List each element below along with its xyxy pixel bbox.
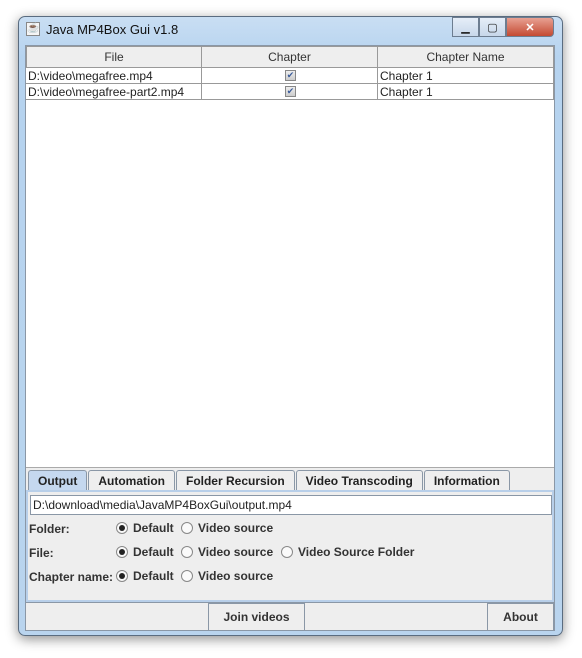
join-videos-button[interactable]: Join videos — [208, 603, 305, 631]
chapter-name-default-radio[interactable]: Default — [116, 569, 174, 583]
output-path-input[interactable]: D:\download\media\JavaMP4BoxGui\output.m… — [30, 495, 552, 515]
tab-output[interactable]: Output — [28, 470, 88, 491]
table-row[interactable]: D:\video\megafree-part2.mp4 ✔ Chapter 1 — [26, 84, 554, 100]
maximize-button[interactable]: ▢ — [479, 17, 506, 37]
option-label: Default — [133, 545, 174, 559]
radio-icon — [181, 546, 193, 558]
option-label: Default — [133, 521, 174, 535]
file-table[interactable]: File Chapter Chapter Name D:\video\megaf… — [26, 46, 554, 468]
chapter-checkbox[interactable]: ✔ — [285, 70, 296, 81]
folder-default-radio[interactable]: Default — [116, 521, 174, 535]
folder-video-source-radio[interactable]: Video source — [181, 521, 273, 535]
chapter-name-label: Chapter name: — [29, 570, 114, 584]
radio-selected-icon — [116, 546, 128, 558]
file-cell[interactable]: D:\video\megafree.mp4 — [26, 68, 202, 84]
window-title: Java MP4Box Gui v1.8 — [46, 22, 179, 37]
file-video-source-radio[interactable]: Video source — [181, 545, 273, 559]
chapter-name-video-source-radio[interactable]: Video source — [181, 569, 273, 583]
about-button[interactable]: About — [487, 603, 554, 631]
file-label: File: — [29, 546, 54, 560]
tab-information[interactable]: Information — [423, 470, 510, 491]
folder-label: Folder: — [29, 522, 70, 536]
tab-bar: Output Automation Folder Recursion Video… — [28, 470, 511, 491]
client-area: File Chapter Chapter Name D:\video\megaf… — [25, 45, 555, 631]
radio-selected-icon — [116, 522, 128, 534]
column-header-chapter-name[interactable]: Chapter Name — [377, 46, 554, 68]
option-label: Video source — [198, 521, 274, 535]
output-panel: D:\download\media\JavaMP4BoxGui\output.m… — [26, 490, 554, 602]
table-row[interactable]: D:\video\megafree.mp4 ✔ Chapter 1 — [26, 68, 554, 84]
tab-automation[interactable]: Automation — [88, 470, 175, 491]
option-label: Video source — [198, 569, 274, 583]
close-button[interactable]: ✕ — [506, 17, 554, 37]
chapter-name-cell[interactable]: Chapter 1 — [378, 84, 554, 100]
tab-folder-recursion[interactable]: Folder Recursion — [175, 470, 295, 491]
file-video-source-folder-radio[interactable]: Video Source Folder — [281, 545, 414, 559]
radio-selected-icon — [116, 570, 128, 582]
radio-icon — [181, 570, 193, 582]
java-icon: ☕ — [26, 22, 40, 36]
button-bar: Join videos About — [26, 602, 554, 631]
option-label: Video Source Folder — [298, 545, 415, 559]
tab-video-transcoding[interactable]: Video Transcoding — [295, 470, 423, 491]
chapter-name-cell[interactable]: Chapter 1 — [378, 68, 554, 84]
radio-icon — [181, 522, 193, 534]
radio-icon — [281, 546, 293, 558]
file-default-radio[interactable]: Default — [116, 545, 174, 559]
option-label: Video source — [198, 545, 274, 559]
chapter-cell[interactable]: ✔ — [202, 68, 378, 84]
column-header-file[interactable]: File — [26, 46, 202, 68]
chapter-checkbox[interactable]: ✔ — [285, 86, 296, 97]
minimize-button[interactable]: ▁ — [452, 17, 479, 37]
column-header-chapter[interactable]: Chapter — [201, 46, 378, 68]
window-controls: ▁ ▢ ✕ — [452, 17, 554, 37]
file-cell[interactable]: D:\video\megafree-part2.mp4 — [26, 84, 202, 100]
chapter-cell[interactable]: ✔ — [202, 84, 378, 100]
option-label: Default — [133, 569, 174, 583]
